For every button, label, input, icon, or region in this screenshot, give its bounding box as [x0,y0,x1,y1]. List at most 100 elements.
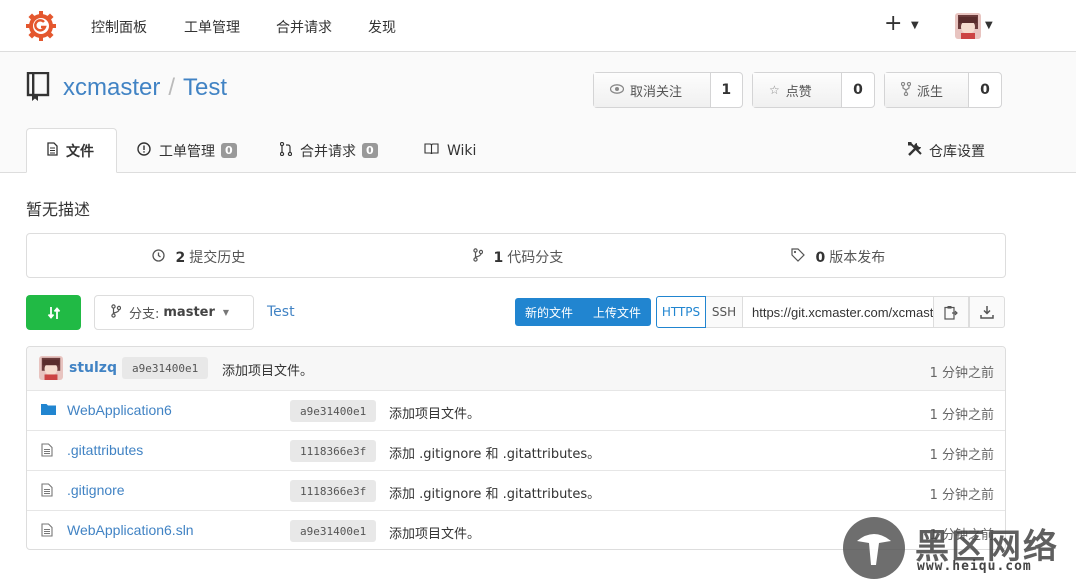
table-row[interactable]: WebApplication6 a9e31400e1 添加项目文件。 1 分钟之… [27,390,1005,430]
create-plus-button[interactable]: + [884,12,902,36]
commit-sha-label[interactable]: a9e31400e1 [122,357,209,379]
folder-icon [41,404,56,415]
repo-owner-link[interactable]: xcmaster [63,74,160,101]
fork-button[interactable]: 派生 [885,73,969,107]
tab-files-label: 文件 [66,143,94,160]
branches-stat[interactable]: 1 代码分支 [473,247,563,267]
nav-pulls[interactable]: 合并请求 [276,17,332,37]
file-text-icon [41,523,53,537]
tab-pulls-label: 合并请求 [300,143,356,160]
commit-author-link[interactable]: stulzq [69,360,117,376]
nav-explore[interactable]: 发现 [368,17,396,37]
nav-dashboard[interactable]: 控制面板 [91,17,147,37]
commits-stat[interactable]: 2 提交历史 [152,247,245,267]
https-button[interactable]: HTTPS [656,296,706,328]
releases-stat[interactable]: 0 版本发布 [791,247,885,267]
file-text-icon [41,443,53,457]
upload-file-button[interactable]: 上传文件 [583,304,651,321]
avatar-caret-icon[interactable]: ▼ [985,20,993,31]
path-breadcrumb[interactable]: Test [267,304,295,320]
star-label: 点赞 [785,84,812,100]
file-commit-message[interactable]: 添加项目文件。 [389,523,480,542]
branch-prefix: 分支: [129,307,160,322]
star-button[interactable]: ☆ 点赞 [753,73,842,107]
tab-wiki[interactable]: Wiki [424,128,476,173]
file-actions-group: 新的文件 上传文件 [515,298,651,326]
download-button[interactable] [969,296,1005,328]
star-count[interactable]: 0 [842,73,874,107]
commit-message: 添加项目文件。 [222,364,314,379]
file-commit-message[interactable]: 添加项目文件。 [389,403,480,422]
issues-count-badge: 0 [221,143,237,158]
repo-stats-bar: 2 提交历史 1 代码分支 0 版本发布 [26,233,1006,278]
gogs-logo-icon[interactable] [25,10,57,42]
table-row[interactable]: .gitignore 1118366e3f 添加 .gitignore 和 .g… [27,470,1005,510]
watch-button[interactable]: 取消关注 [594,73,711,107]
fork-button-group: 派生 0 [884,72,1002,108]
tab-pulls[interactable]: 合并请求 0 [279,128,378,173]
new-file-button[interactable]: 新的文件 [515,304,583,321]
download-icon [980,306,994,319]
book-icon [424,142,439,159]
file-commit-message[interactable]: 添加 .gitignore 和 .gitattributes。 [389,443,600,462]
repo-description: 暂无描述 [26,200,91,219]
tab-settings-label: 仓库设置 [929,143,985,160]
file-text-icon [41,483,53,497]
tools-icon [907,141,923,161]
fork-label: 派生 [917,84,944,100]
releases-label: 版本发布 [829,250,886,266]
top-navbar: 控制面板 工单管理 合并请求 发现 + ▼ ▼ [0,0,1076,52]
file-commit-age: 1 分钟之前 [929,488,994,503]
star-button-group: ☆ 点赞 0 [752,72,875,108]
file-commit-sha[interactable]: a9e31400e1 [290,400,377,422]
branch-dropdown[interactable]: 分支: master ▼ [94,295,254,330]
user-avatar[interactable] [955,13,981,39]
branches-label: 代码分支 [507,250,564,266]
caret-down-icon[interactable]: ▼ [911,20,919,31]
table-row[interactable]: .gitattributes 1118366e3f 添加 .gitignore … [27,430,1005,470]
commits-count: 2 [175,250,186,266]
watch-label: 取消关注 [630,84,683,100]
branch-name: master [163,305,215,320]
pull-request-icon [279,141,293,160]
tab-settings[interactable]: 仓库设置 [907,128,985,173]
tab-issues[interactable]: 工单管理 0 [137,128,237,173]
file-commit-sha[interactable]: 1118366e3f [290,440,377,462]
repo-name-link[interactable]: Test [183,74,227,101]
issue-opened-icon [137,141,151,160]
ssh-button[interactable]: SSH [706,296,743,328]
tab-wiki-label: Wiki [447,142,477,159]
file-text-icon [47,141,58,160]
commit-author-avatar[interactable] [39,356,63,380]
fork-count[interactable]: 0 [969,73,1001,107]
site-watermark: 黑区网络 www.heiqu.com [843,515,1076,582]
file-name-link[interactable]: WebApplication6 [67,402,172,418]
file-name-link[interactable]: WebApplication6.sln [67,522,194,538]
fork-icon [900,81,912,99]
star-icon: ☆ [769,83,780,97]
tab-files[interactable]: 文件 [26,128,117,173]
history-icon [152,249,169,266]
commit-age: 1 分钟之前 [929,366,994,381]
file-commit-age: 1 分钟之前 [929,448,994,463]
file-commit-message[interactable]: 添加 .gitignore 和 .gitattributes。 [389,483,600,502]
repo-title: xcmaster / Test [63,74,227,102]
watch-count[interactable]: 1 [711,73,742,107]
branches-count: 1 [493,250,504,266]
tab-issues-label: 工单管理 [159,143,215,160]
file-commit-sha[interactable]: 1118366e3f [290,480,377,502]
copy-url-button[interactable] [933,296,969,328]
clone-url-input[interactable]: https://git.xcmaster.com/xcmaster/Test.g… [743,296,934,328]
branch-icon [473,248,487,266]
file-commit-age: 1 分钟之前 [929,408,994,423]
file-commit-sha[interactable]: a9e31400e1 [290,520,377,542]
commits-label: 提交历史 [189,250,246,266]
file-name-link[interactable]: .gitattributes [67,442,143,458]
watch-button-group: 取消关注 1 [593,72,743,108]
latest-commit-row: stulzq a9e31400e1 添加项目文件。 1 分钟之前 [27,347,1005,390]
eye-icon [609,83,625,97]
file-name-link[interactable]: .gitignore [67,482,125,498]
nav-issues[interactable]: 工单管理 [184,17,240,37]
compare-button[interactable] [26,295,81,330]
repo-separator: / [168,74,176,101]
